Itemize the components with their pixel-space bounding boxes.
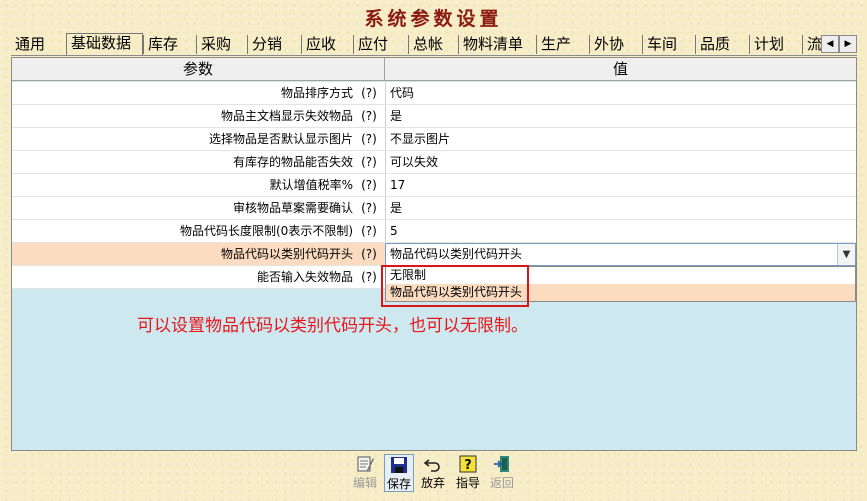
tab-scroll-left-button[interactable]: ◀ xyxy=(821,35,839,53)
tab-distribution[interactable]: 分销 xyxy=(247,35,301,54)
param-value[interactable]: 代码 xyxy=(385,82,856,104)
column-header-param[interactable]: 参数 xyxy=(12,58,385,81)
help-link[interactable]: (?) xyxy=(353,151,385,173)
tab-production[interactable]: 生产 xyxy=(536,35,589,54)
edit-button[interactable]: 编辑 xyxy=(350,454,380,492)
param-value[interactable]: 是 xyxy=(385,105,856,127)
combobox-value: 物品代码以类别代码开头 xyxy=(390,247,523,261)
help-link[interactable]: (?) xyxy=(353,243,385,265)
guide-button[interactable]: ? 指导 xyxy=(453,454,483,492)
tab-outsourcing[interactable]: 外协 xyxy=(589,35,642,54)
dropdown-option-category-prefix[interactable]: 物品代码以类别代码开头 xyxy=(386,284,855,301)
back-button-label: 返回 xyxy=(489,476,514,490)
param-label: 物品主文档显示失效物品 xyxy=(220,109,353,123)
dropdown-option-unlimited[interactable]: 无限制 xyxy=(386,267,855,284)
tab-scroll-right-button[interactable]: ▶ xyxy=(839,35,857,53)
tab-planning[interactable]: 计划 xyxy=(749,35,802,54)
tab-purchase[interactable]: 采购 xyxy=(196,35,247,54)
guide-button-label: 指导 xyxy=(455,476,480,490)
param-value[interactable]: 17 xyxy=(385,174,856,196)
edit-icon xyxy=(355,454,375,474)
table-row[interactable]: 物品主文档显示失效物品 (?) 是 xyxy=(12,105,856,128)
svg-text:?: ? xyxy=(464,458,472,473)
tab-workshop[interactable]: 车间 xyxy=(642,35,695,54)
triangle-right-icon: ▶ xyxy=(844,39,852,49)
combobox-dropdown-list: 无限制 物品代码以类别代码开头 xyxy=(385,266,856,302)
table-row[interactable]: 有库存的物品能否失效 (?) 可以失效 xyxy=(12,151,856,174)
table-row[interactable]: 默认增值税率% (?) 17 xyxy=(12,174,856,197)
tab-receivable[interactable]: 应收 xyxy=(301,35,353,54)
value-combobox[interactable]: 物品代码以类别代码开头 ▼ xyxy=(385,243,856,266)
param-value[interactable]: 5 xyxy=(385,220,856,242)
back-button[interactable]: 返回 xyxy=(487,454,517,492)
tab-bar: 通用 基础数据 库存 采购 分销 应收 应付 总帐 物料清单 生产 外协 车间 … xyxy=(11,33,857,56)
table-row[interactable]: 选择物品是否默认显示图片 (?) 不显示图片 xyxy=(12,128,856,151)
discard-button-label: 放弃 xyxy=(420,476,445,490)
tab-payable[interactable]: 应付 xyxy=(353,35,408,54)
param-label: 有库存的物品能否失效 xyxy=(232,155,353,169)
parameter-grid: 参数 值 物品排序方式 (?) 代码 物品主文档显示失效物品 (?) 是 选择物… xyxy=(11,57,857,451)
table-row[interactable]: 审核物品草案需要确认 (?) 是 xyxy=(12,197,856,220)
help-link[interactable]: (?) xyxy=(353,174,385,196)
help-question-icon: ? xyxy=(458,454,478,474)
save-button-label: 保存 xyxy=(386,477,411,491)
chevron-down-icon[interactable]: ▼ xyxy=(837,244,855,265)
param-value[interactable]: 不显示图片 xyxy=(385,128,856,150)
edit-button-label: 编辑 xyxy=(352,476,377,490)
param-label: 物品代码以类别代码开头 xyxy=(220,247,353,261)
annotation-text: 可以设置物品代码以类别代码开头，也可以无限制。 xyxy=(137,316,528,336)
undo-icon xyxy=(423,454,443,474)
help-link[interactable]: (?) xyxy=(353,197,385,219)
window-title: 系统参数设置 xyxy=(364,8,503,30)
help-link[interactable]: (?) xyxy=(353,82,385,104)
param-label: 物品代码长度限制(0表示不限制) xyxy=(180,224,353,238)
tab-inventory[interactable]: 库存 xyxy=(143,35,196,54)
column-header-value[interactable]: 值 xyxy=(385,58,856,81)
param-value[interactable]: 是 xyxy=(385,197,856,219)
save-button[interactable]: 保存 xyxy=(384,454,414,492)
help-link[interactable]: (?) xyxy=(353,105,385,127)
help-link[interactable]: (?) xyxy=(353,266,385,288)
param-label: 能否输入失效物品 xyxy=(256,270,353,284)
table-row[interactable]: 物品代码长度限制(0表示不限制) (?) 5 xyxy=(12,220,856,243)
param-label: 审核物品草案需要确认 xyxy=(232,201,353,215)
table-row[interactable]: 物品排序方式 (?) 代码 xyxy=(12,82,856,105)
tab-general-ledger[interactable]: 总帐 xyxy=(408,35,458,54)
param-value[interactable]: 可以失效 xyxy=(385,151,856,173)
tab-general[interactable]: 通用 xyxy=(11,35,67,54)
param-label: 选择物品是否默认显示图片 xyxy=(208,132,353,146)
param-label: 默认增值税率% xyxy=(269,178,353,192)
tab-quality[interactable]: 品质 xyxy=(695,35,749,54)
help-link[interactable]: (?) xyxy=(353,220,385,242)
table-row-selected[interactable]: 物品代码以类别代码开头 (?) 物品代码以类别代码开头 ▼ xyxy=(12,243,856,266)
param-label: 物品排序方式 xyxy=(280,86,353,100)
exit-door-icon xyxy=(492,454,512,474)
floppy-disk-icon xyxy=(389,455,409,475)
tab-basic-data[interactable]: 基础数据 xyxy=(66,33,143,55)
tab-bom[interactable]: 物料清单 xyxy=(458,35,536,54)
discard-button[interactable]: 放弃 xyxy=(418,454,448,492)
triangle-left-icon: ◀ xyxy=(826,39,834,49)
help-link[interactable]: (?) xyxy=(353,128,385,150)
